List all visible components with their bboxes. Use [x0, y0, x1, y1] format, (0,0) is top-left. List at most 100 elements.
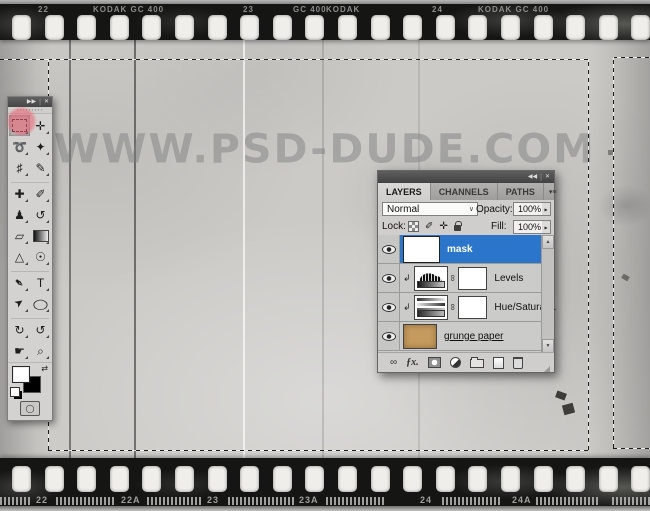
- film-sprocket-hole: [12, 466, 31, 492]
- panel-menu-icon[interactable]: ▾≡: [544, 183, 562, 200]
- blur-icon: △: [14, 249, 25, 264]
- hand-tool[interactable]: ☛: [9, 340, 30, 361]
- new-group-icon[interactable]: [469, 357, 484, 368]
- link-layers-icon[interactable]: ∞: [390, 357, 397, 368]
- layer-row-hue-saturat-[interactable]: ↲ ∞ Hue/Saturat...: [378, 293, 556, 322]
- quick-mask-mode-button[interactable]: ◯: [20, 401, 40, 416]
- layer-row-levels[interactable]: ↲ ∞ Levels: [378, 264, 541, 293]
- swap-colors-icon[interactable]: ⇄: [41, 364, 48, 373]
- mask-link-icon: ∞: [448, 274, 459, 282]
- film-frame-scratch: [322, 38, 324, 460]
- layers-scrollbar[interactable]: ▲ ▼: [541, 235, 554, 353]
- layer-name[interactable]: mask: [447, 244, 473, 255]
- layer-style-icon[interactable]: ƒx.: [406, 357, 419, 368]
- lock-pixels-icon[interactable]: ✐: [425, 221, 433, 232]
- move-icon: ✛: [35, 118, 46, 133]
- layer-mask-thumbnail[interactable]: [458, 266, 488, 290]
- film-sprocket-hole: [305, 466, 325, 492]
- healing-brush-tool[interactable]: ✚: [9, 183, 30, 204]
- path-selection-tool[interactable]: ➤: [9, 293, 30, 314]
- rotate-3d-tool[interactable]: ↻: [9, 319, 30, 340]
- type-tool[interactable]: T: [30, 272, 51, 293]
- layer-name[interactable]: Levels: [494, 273, 523, 284]
- film-sprocket-hole: [533, 466, 553, 492]
- move-tool[interactable]: ✛: [30, 115, 51, 136]
- type-icon: T: [36, 275, 45, 290]
- eye-icon: [381, 273, 396, 283]
- film-frame-number: 22A: [121, 495, 141, 505]
- panel-drag-grip[interactable]: [8, 107, 52, 114]
- pen-tool[interactable]: ✒: [9, 272, 30, 293]
- blur-tool[interactable]: △: [9, 246, 30, 267]
- ellipse-tool[interactable]: ◯: [30, 293, 51, 314]
- quick-selection-tool[interactable]: ✦: [30, 136, 51, 157]
- film-sprocket-hole: [631, 15, 650, 40]
- layer-visibility-toggle[interactable]: [378, 235, 400, 263]
- film-sprocket-hole: [272, 15, 292, 40]
- delete-layer-icon[interactable]: [512, 357, 523, 369]
- lock-position-icon[interactable]: ✛: [439, 221, 447, 232]
- gradient-tool[interactable]: [30, 225, 51, 246]
- collapse-panel-icon[interactable]: ◀◀: [528, 174, 537, 180]
- new-adjustment-layer-icon[interactable]: [449, 357, 461, 368]
- layer-thumbnail[interactable]: [414, 294, 448, 320]
- foreground-color-swatch[interactable]: [12, 366, 30, 383]
- scroll-down-icon[interactable]: ▼: [542, 339, 554, 353]
- close-icon[interactable]: ✕: [545, 174, 550, 180]
- layer-thumbnail[interactable]: [403, 235, 440, 263]
- tab-channels[interactable]: CHANNELS: [431, 183, 498, 200]
- lock-transparency-icon[interactable]: [408, 221, 419, 232]
- scroll-up-icon[interactable]: ▲: [542, 235, 554, 249]
- panel-tab-bar: LAYERS CHANNELS PATHS ▾≡: [378, 183, 556, 201]
- lock-all-icon[interactable]: [453, 221, 462, 231]
- film-frame-number: 23A: [299, 495, 319, 505]
- rectangular-marquee-tool[interactable]: [9, 115, 30, 136]
- tab-layers[interactable]: LAYERS: [378, 183, 431, 200]
- zoom-tool[interactable]: ⌕: [30, 340, 51, 361]
- add-layer-mask-icon[interactable]: [427, 357, 441, 368]
- layer-visibility-toggle[interactable]: [378, 322, 400, 350]
- layers-list-wrap: mask ↲ ∞ Levels ↲ ∞ Hue/Saturat... grunge paper…: [378, 235, 556, 356]
- history-brush-tool[interactable]: ↺: [30, 204, 51, 225]
- clone-stamp-icon: ♟: [14, 207, 25, 222]
- layer-thumbnail[interactable]: [414, 265, 448, 291]
- layer-thumbnail[interactable]: [403, 323, 437, 349]
- film-frame-number: 24A: [512, 495, 532, 505]
- film-sprocket-hole: [370, 466, 390, 492]
- brush-tool[interactable]: ✐: [30, 183, 51, 204]
- crop-tool[interactable]: ♯: [9, 157, 30, 178]
- film-sprocket-hole: [338, 15, 357, 40]
- opacity-spinner-icon[interactable]: ▶: [542, 202, 551, 216]
- default-colors-icon[interactable]: [10, 387, 20, 397]
- panel-resize-grip[interactable]: [544, 366, 550, 372]
- layer-row-mask[interactable]: mask: [378, 235, 541, 264]
- opacity-value[interactable]: 100%: [513, 202, 544, 216]
- fill-spinner-icon[interactable]: ▶: [542, 220, 551, 234]
- tab-paths[interactable]: PATHS: [498, 183, 544, 200]
- film-barcode: [56, 497, 116, 505]
- layer-visibility-toggle[interactable]: [378, 293, 400, 321]
- film-frame-number: 22: [36, 495, 49, 505]
- expand-panel-icon[interactable]: ▶▶: [27, 99, 36, 105]
- new-layer-icon[interactable]: [492, 356, 504, 369]
- film-edge-label: 23: [243, 5, 254, 14]
- ellipse-icon: ◯: [32, 297, 49, 310]
- fill-value[interactable]: 100%: [513, 220, 544, 234]
- film-sprocket-hole: [403, 466, 423, 492]
- layer-mask-thumbnail[interactable]: [458, 295, 488, 319]
- orbit-3d-tool[interactable]: ↺: [30, 319, 51, 340]
- healing-brush-icon: ✚: [14, 186, 25, 201]
- layer-name[interactable]: grunge paper: [444, 331, 504, 342]
- close-icon[interactable]: ✕: [44, 99, 49, 105]
- layer-visibility-toggle[interactable]: [378, 264, 400, 292]
- hand-icon: ☛: [14, 343, 25, 358]
- dodge-tool[interactable]: ☉: [30, 246, 51, 267]
- zoom-icon: ⌕: [37, 343, 44, 358]
- eraser-tool[interactable]: ▱: [9, 225, 30, 246]
- blend-mode-select[interactable]: Normal ∨: [382, 202, 478, 216]
- lasso-tool[interactable]: ➰: [9, 136, 30, 157]
- mask-link-icon: ∞: [448, 303, 459, 311]
- clone-stamp-tool[interactable]: ♟: [9, 204, 30, 225]
- eyedropper-tool[interactable]: ✎: [30, 157, 51, 178]
- layer-row-grunge-paper[interactable]: grunge paper: [378, 322, 541, 351]
